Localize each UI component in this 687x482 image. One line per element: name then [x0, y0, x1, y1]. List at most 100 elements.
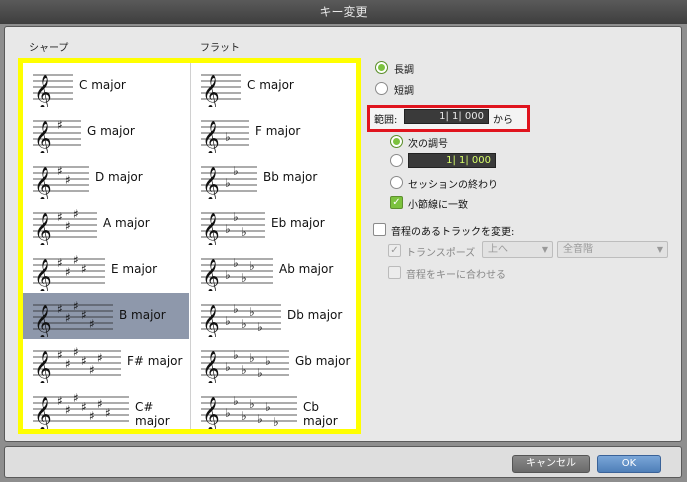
- key-option-label: B major: [119, 308, 166, 322]
- svg-text:♭: ♭: [225, 130, 231, 144]
- key-option[interactable]: 𝄞 ♭ ♭ ♭ ♭ ♭ ♭ ♭ Cb major: [191, 385, 357, 431]
- transpose-checkbox[interactable]: ✓: [388, 244, 401, 257]
- staff-icon: 𝄞 ♭♭: [201, 164, 257, 199]
- key-option-label: Eb major: [271, 216, 325, 230]
- svg-text:♯: ♯: [65, 357, 71, 371]
- svg-text:♯: ♯: [97, 397, 103, 411]
- range-session-end-radio[interactable]: [390, 176, 403, 189]
- key-option[interactable]: 𝄞 ♭ F major: [191, 109, 357, 155]
- svg-text:♯: ♯: [97, 351, 103, 365]
- key-option[interactable]: 𝄞 ♭ ♭ ♭ ♭ ♭ ♭ Gb major: [191, 339, 357, 385]
- mode-minor-label: 短調: [394, 86, 414, 97]
- staff-icon: 𝄞 ♭♭♭♭♭: [201, 302, 281, 337]
- key-option[interactable]: 𝄞 ♯ ♯ ♯ ♯ ♯ B major: [23, 293, 189, 339]
- svg-text:♯: ♯: [73, 207, 79, 221]
- mode-minor-radio[interactable]: [375, 82, 388, 95]
- staff-icon: 𝄞 ♯♯♯♯♯♯♯: [33, 391, 129, 429]
- snap-to-bar-checkbox[interactable]: ✓: [390, 196, 403, 209]
- chevron-down-icon: ▼: [541, 245, 548, 254]
- svg-text:𝄞: 𝄞: [34, 213, 52, 245]
- range-highlight-box: 範囲: 1| 1| 000 から: [367, 105, 530, 132]
- svg-text:♭: ♭: [225, 222, 231, 236]
- svg-text:♭: ♭: [233, 210, 239, 224]
- range-start-field[interactable]: 1| 1| 000: [404, 109, 489, 124]
- svg-text:𝄞: 𝄞: [202, 75, 220, 107]
- key-option-label: A major: [103, 216, 150, 230]
- chevron-down-icon: ▼: [656, 245, 663, 254]
- svg-text:♯: ♯: [57, 348, 63, 362]
- key-option[interactable]: 𝄞 ♯ ♯ ♯ ♯ E major: [23, 247, 189, 293]
- staff-icon: 𝄞 ♯♯♯♯♯: [33, 299, 113, 337]
- key-option[interactable]: 𝄞 ♭ ♭ ♭ ♭ ♭ Db major: [191, 293, 357, 339]
- svg-text:♭: ♭: [273, 415, 279, 429]
- key-option-label: Gb major: [295, 354, 351, 368]
- svg-text:𝄞: 𝄞: [202, 351, 220, 383]
- svg-text:♯: ♯: [73, 391, 79, 405]
- svg-text:♭: ♭: [225, 176, 231, 190]
- svg-text:𝄞: 𝄞: [202, 305, 220, 337]
- svg-text:♭: ♭: [241, 317, 247, 331]
- svg-text:𝄞: 𝄞: [34, 351, 52, 383]
- svg-text:♯: ♯: [57, 210, 63, 224]
- key-option[interactable]: 𝄞 ♭ ♭ Bb major: [191, 155, 357, 201]
- key-option-label: E major: [111, 262, 158, 276]
- transpose-tracks-checkbox[interactable]: [373, 223, 386, 236]
- svg-text:♯: ♯: [57, 394, 63, 408]
- svg-text:♭: ♭: [233, 256, 239, 270]
- key-option-label: C major: [79, 78, 126, 92]
- svg-text:♯: ♯: [81, 262, 87, 276]
- svg-text:♭: ♭: [233, 394, 239, 408]
- snap-to-bar-label: 小節線に一致: [408, 200, 468, 211]
- ok-button[interactable]: OK: [597, 455, 661, 473]
- key-option[interactable]: 𝄞 ♯ ♯ ♯ A major: [23, 201, 189, 247]
- svg-text:𝄞: 𝄞: [34, 75, 52, 107]
- svg-text:♭: ♭: [233, 348, 239, 362]
- svg-text:♭: ♭: [265, 354, 271, 368]
- svg-text:♭: ♭: [233, 164, 239, 178]
- direction-dropdown[interactable]: 上へ ▼: [482, 241, 553, 258]
- svg-text:♯: ♯: [89, 317, 95, 331]
- key-option[interactable]: 𝄞 ♭ ♭ ♭ ♭ Ab major: [191, 247, 357, 293]
- svg-text:♯: ♯: [73, 253, 79, 267]
- sharp-keys-column: 𝄞 C major 𝄞 ♯ G major 𝄞 ♯ ♯ D major 𝄞 ♯ ♯ ♯ A major 𝄞 ♯…: [23, 63, 189, 429]
- key-option[interactable]: 𝄞 ♯ ♯ ♯ ♯ ♯ ♯ F# major: [23, 339, 189, 385]
- key-option[interactable]: 𝄞 ♯ G major: [23, 109, 189, 155]
- svg-text:♭: ♭: [233, 302, 239, 316]
- svg-text:♯: ♯: [57, 302, 63, 316]
- pitch-to-key-checkbox[interactable]: [388, 266, 401, 279]
- key-option[interactable]: 𝄞 ♯ ♯ ♯ ♯ ♯ ♯ ♯ C# major: [23, 385, 189, 431]
- key-option-label: F# major: [127, 354, 183, 368]
- key-option[interactable]: 𝄞 C major: [191, 63, 357, 109]
- svg-text:♭: ♭: [225, 268, 231, 282]
- svg-text:𝄞: 𝄞: [202, 167, 220, 199]
- key-option[interactable]: 𝄞 ♯ ♯ D major: [23, 155, 189, 201]
- svg-text:♭: ♭: [241, 409, 247, 423]
- svg-text:♭: ♭: [249, 351, 255, 365]
- svg-text:♭: ♭: [249, 305, 255, 319]
- range-position-radio[interactable]: [390, 154, 403, 167]
- staff-icon: 𝄞 ♯: [33, 118, 81, 153]
- range-end-field[interactable]: 1| 1| 000: [408, 153, 496, 168]
- button-bar: キャンセル OK: [4, 446, 682, 478]
- sharps-header: シャープ: [29, 43, 69, 54]
- key-option-label: Cb major: [303, 400, 338, 428]
- transpose-tracks-label: 音程のあるトラックを変更:: [391, 227, 515, 238]
- range-session-end-label: セッションの終わり: [408, 180, 498, 191]
- mode-major-radio[interactable]: [375, 61, 388, 74]
- key-option-label: Bb major: [263, 170, 318, 184]
- staff-icon: 𝄞: [33, 74, 73, 107]
- svg-text:♯: ♯: [65, 265, 71, 279]
- svg-text:♯: ♯: [73, 345, 79, 359]
- range-next-key-radio[interactable]: [390, 135, 403, 148]
- svg-text:♭: ♭: [241, 271, 247, 285]
- key-option[interactable]: 𝄞 C major: [23, 63, 189, 109]
- svg-text:𝄞: 𝄞: [34, 167, 52, 199]
- key-option-label: Ab major: [279, 262, 334, 276]
- mode-major-label: 長調: [394, 65, 414, 76]
- svg-text:𝄞: 𝄞: [34, 305, 52, 337]
- svg-text:♭: ♭: [225, 406, 231, 420]
- staff-icon: 𝄞 ♭: [201, 120, 249, 153]
- cancel-button[interactable]: キャンセル: [512, 455, 590, 473]
- scale-dropdown[interactable]: 全音階 ▼: [557, 241, 668, 258]
- key-option[interactable]: 𝄞 ♭ ♭ ♭ Eb major: [191, 201, 357, 247]
